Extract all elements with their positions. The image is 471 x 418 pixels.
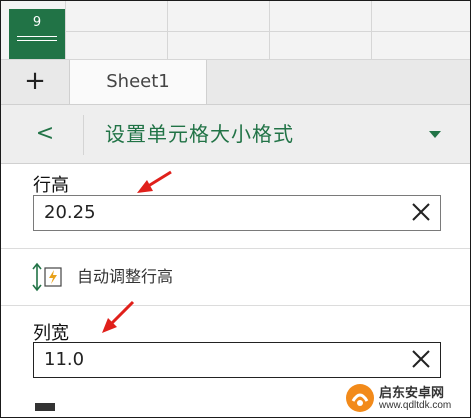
grid-line	[371, 1, 372, 59]
autofit-row-height-icon	[32, 262, 62, 292]
watermark-logo-icon	[346, 384, 374, 412]
cell-underline	[17, 40, 57, 41]
column-width-field[interactable]: 11.0	[33, 342, 441, 378]
dropdown-triangle-icon	[429, 131, 441, 138]
next-option-icon	[35, 403, 55, 411]
column-width-value: 11.0	[44, 349, 85, 370]
close-icon[interactable]	[410, 201, 432, 223]
sheet-tab-label: Sheet1	[106, 71, 170, 92]
back-button[interactable]: <	[31, 105, 59, 163]
autofit-label: 自动调整行高	[77, 267, 174, 286]
panel-title: 设置单元格大小格式	[105, 122, 294, 146]
sheet-tab[interactable]: Sheet1	[69, 60, 207, 104]
autofit-row-height-button[interactable]: 自动调整行高	[1, 248, 470, 306]
panel-header: < 设置单元格大小格式	[1, 105, 470, 164]
grid-line	[269, 1, 270, 59]
selected-cell-value: 9	[32, 15, 42, 30]
sheet-tab-bar: + Sheet1	[1, 60, 470, 105]
add-sheet-button[interactable]: +	[11, 62, 59, 102]
header-divider	[83, 115, 84, 155]
row-height-label: 行高	[33, 175, 69, 196]
watermark-name: 启东安卓网	[379, 386, 445, 401]
row-height-value: 20.25	[44, 202, 96, 223]
grid-line	[65, 1, 66, 59]
annotation-arrow	[102, 300, 135, 333]
watermark: 启东安卓网 www.qdltdk.com	[345, 381, 463, 415]
close-icon[interactable]	[410, 348, 432, 370]
selected-cell[interactable]: 9	[9, 9, 65, 59]
watermark-url: www.qdltdk.com	[379, 400, 452, 411]
grid-line	[167, 1, 168, 59]
cell-grid[interactable]: 9	[1, 1, 470, 60]
back-chevron-icon: <	[35, 121, 55, 146]
grid-line	[65, 31, 470, 32]
annotation-arrow	[137, 170, 172, 193]
cell-underline	[17, 36, 57, 37]
panel-dropdown-button[interactable]	[425, 105, 445, 163]
row-height-field[interactable]: 20.25	[33, 195, 441, 231]
excel-window: 9 + Sheet1 < 设置单元格大小格式 行高 20.25 自动调整行高 列…	[0, 0, 471, 418]
